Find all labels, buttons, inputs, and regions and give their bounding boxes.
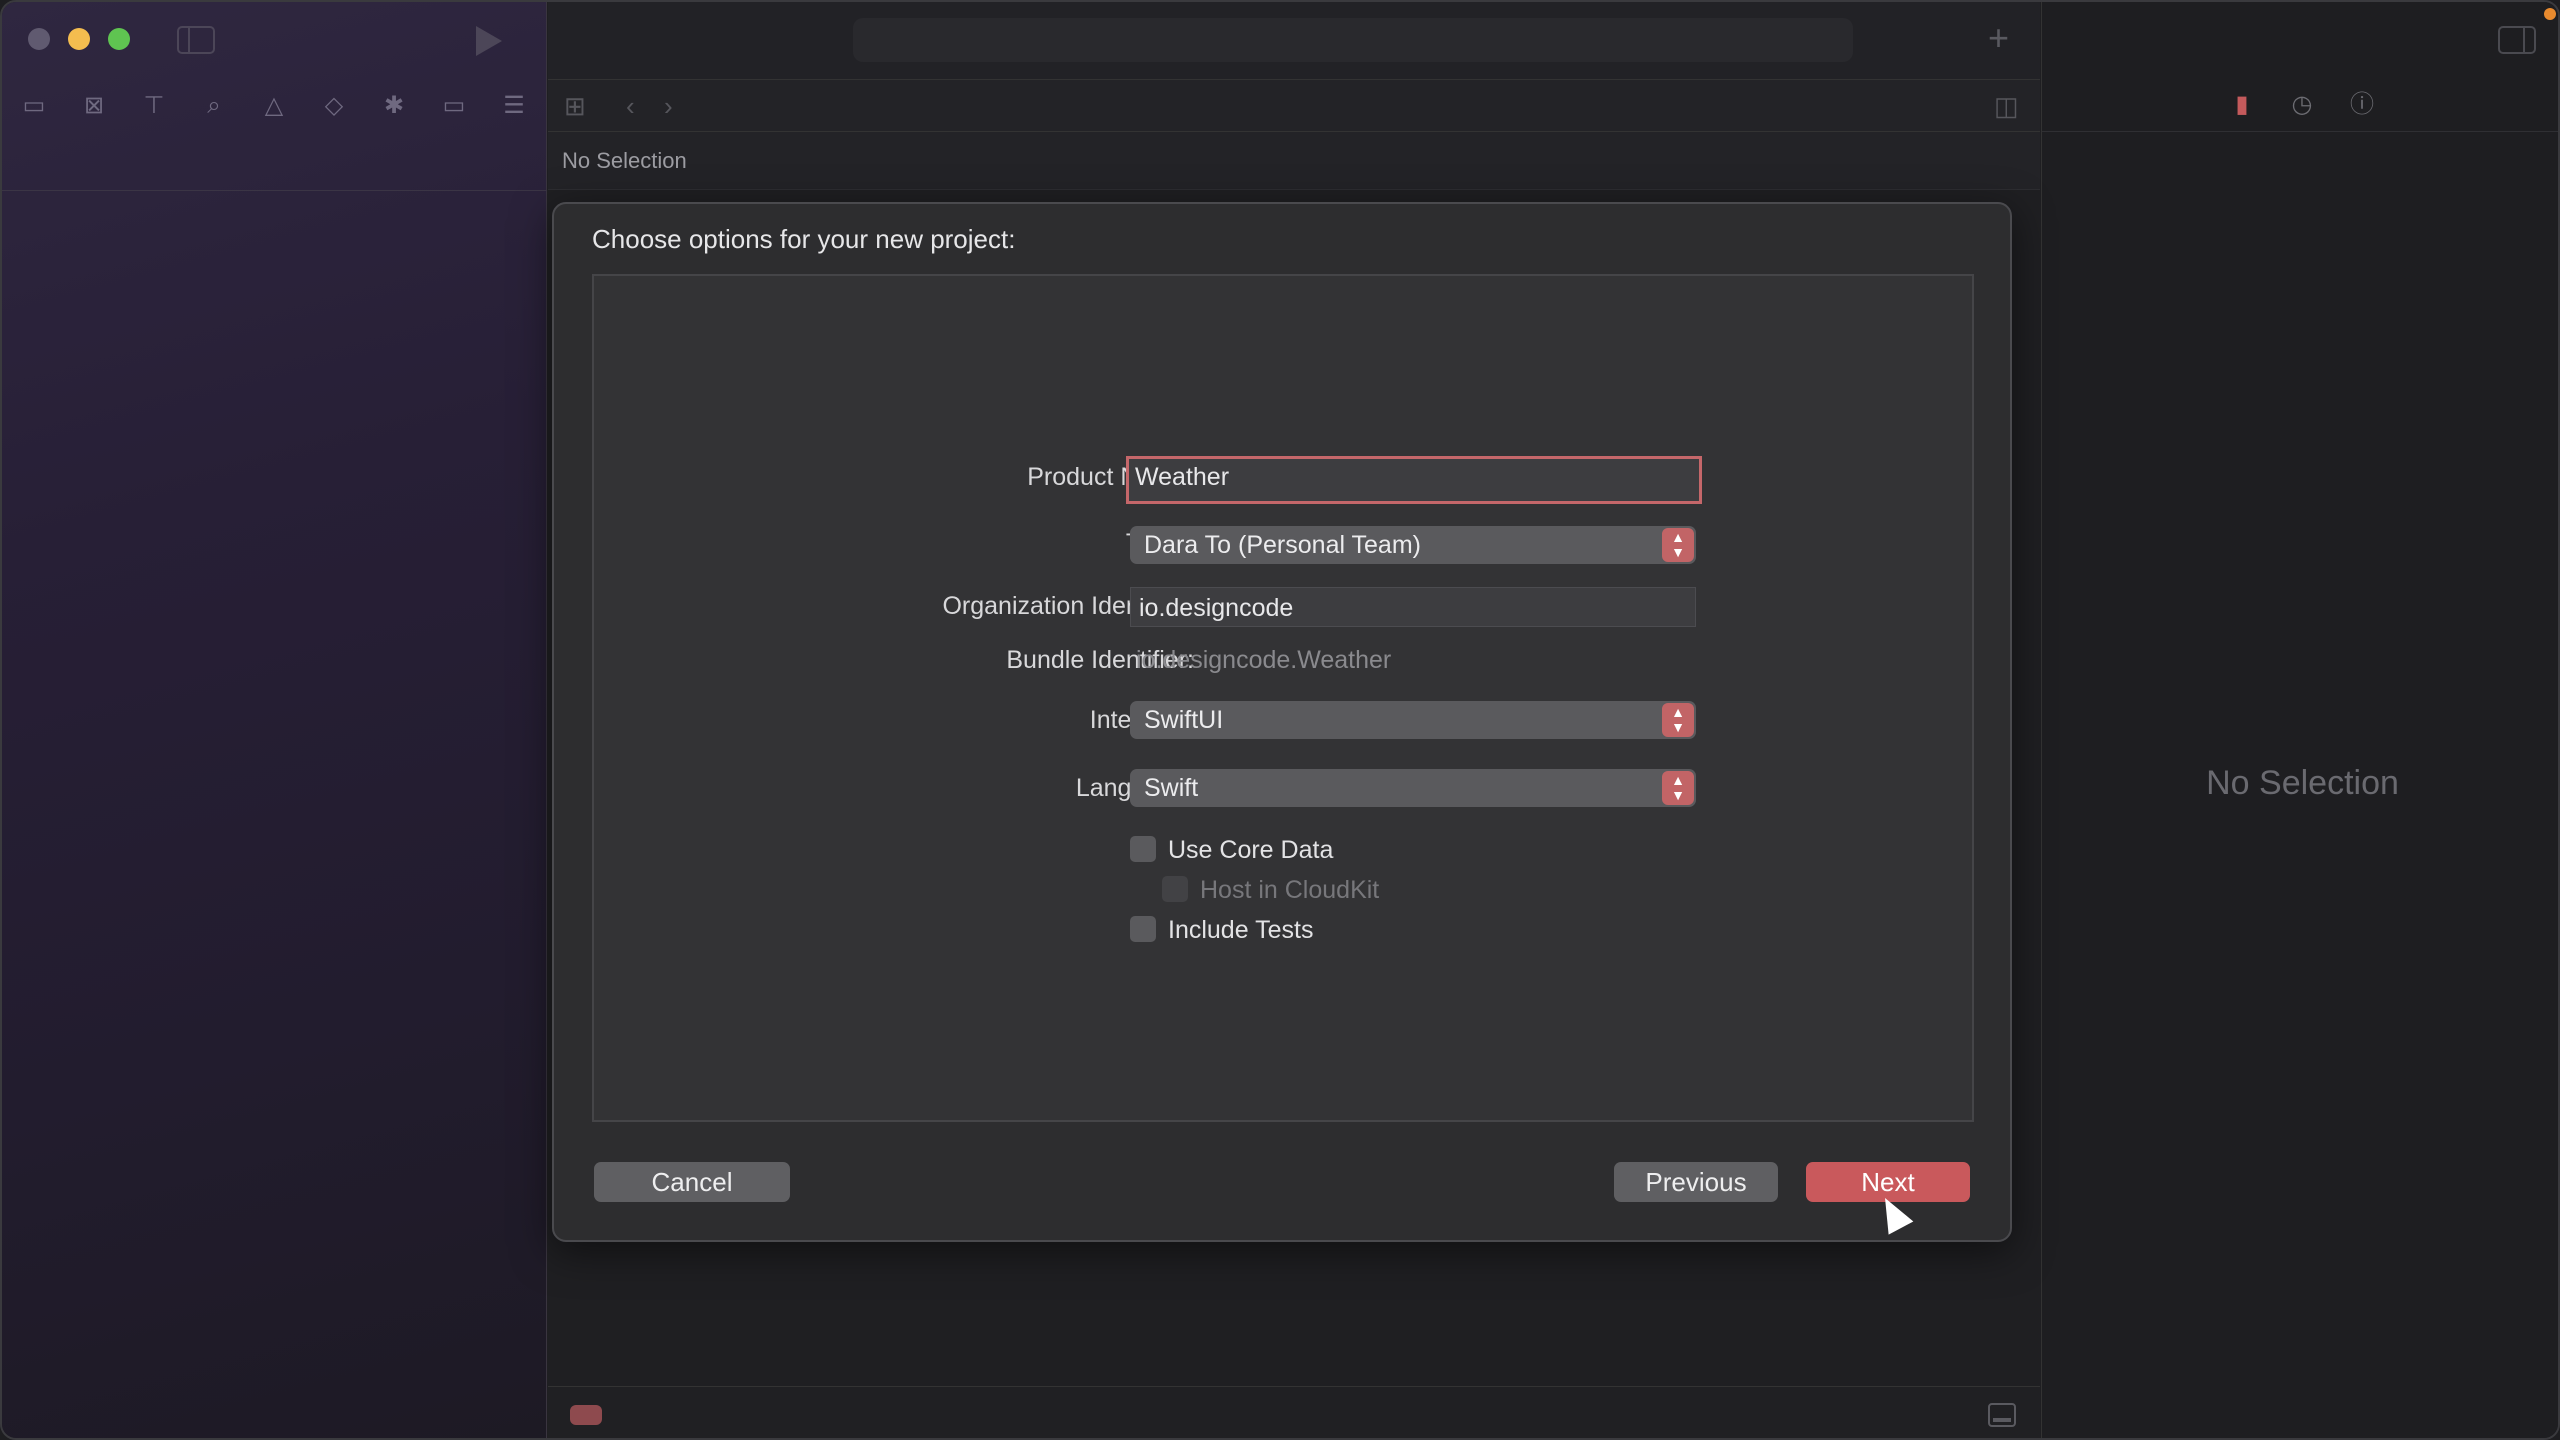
editor-nav-bar: ⊞ ‹ › ◫ — [548, 80, 2040, 132]
toolbar: + — [548, 2, 2040, 80]
language-popup[interactable]: Swift ▲ ▼ — [1130, 769, 1696, 807]
product-name-field[interactable]: Weather — [1126, 456, 1702, 504]
chevron-updown-icon: ▲ ▼ — [1662, 528, 1694, 562]
symbol-icon[interactable]: ⊤ — [138, 90, 170, 122]
chevron-updown-icon: ▲ ▼ — [1662, 771, 1694, 805]
inspector-tabs: ▮ ◷ ⓘ — [2042, 80, 2558, 132]
cancel-button[interactable]: Cancel — [594, 1162, 790, 1202]
add-tab-icon[interactable]: + — [1988, 16, 2009, 60]
report-icon[interactable]: ☰ — [498, 90, 530, 122]
navigator-selector-bar: ▭ ⊠ ⊤ ⌕ △ ◇ ✱ ▭ ☰ — [2, 90, 547, 126]
inspector-empty-label: No Selection — [2206, 764, 2399, 802]
team-popup[interactable]: Dara To (Personal Team) ▲ ▼ — [1130, 526, 1696, 564]
use-core-data-label: Use Core Data — [1168, 836, 1334, 864]
org-id-label: Organization Identifier: — [942, 592, 1194, 620]
options-panel: Product Name: Weather Team: Dara To (Per… — [592, 274, 1974, 1122]
minimize-window-button[interactable] — [68, 28, 90, 50]
toggle-navigator-icon[interactable] — [177, 26, 215, 54]
team-label: Team: — [594, 529, 1194, 558]
interface-value: SwiftUI — [1144, 706, 1224, 734]
source-control-icon[interactable]: ⊠ — [78, 90, 110, 122]
include-tests-label: Include Tests — [1168, 916, 1314, 944]
xcode-window: ▭ ⊠ ⊤ ⌕ △ ◇ ✱ ▭ ☰ + ⊞ ‹ › ◫ No Selection — [0, 0, 2560, 1440]
language-value: Swift — [1144, 774, 1199, 802]
jump-bar: No Selection — [548, 132, 2040, 190]
search-icon[interactable]: ⌕ — [198, 90, 230, 122]
use-core-data-checkbox[interactable] — [1130, 836, 1156, 862]
navigator-sidebar: ▭ ⊠ ⊤ ⌕ △ ◇ ✱ ▭ ☰ — [2, 2, 547, 1438]
toggle-inspector-icon[interactable] — [2498, 26, 2536, 54]
history-icon[interactable]: ◷ — [2287, 90, 2317, 120]
include-tests-checkbox[interactable] — [1130, 916, 1156, 942]
help-icon[interactable]: ⓘ — [2347, 90, 2377, 120]
split-editor-icon[interactable]: ◫ — [1994, 90, 2019, 122]
chevron-updown-icon: ▲ ▼ — [1662, 703, 1694, 737]
activity-viewer — [853, 18, 1853, 62]
run-icon[interactable] — [476, 26, 502, 56]
grid-icon[interactable]: ⊞ — [564, 90, 586, 122]
navigator-divider — [2, 190, 547, 191]
filter-icon[interactable] — [570, 1405, 602, 1425]
back-chevron-icon[interactable]: ‹ — [626, 90, 635, 122]
path-label: No Selection — [562, 148, 687, 173]
product-name-label: Product Name: — [1027, 463, 1194, 491]
folder-icon[interactable]: ▭ — [18, 90, 50, 122]
inspector-panel: ▮ ◷ ⓘ No Selection — [2041, 2, 2558, 1438]
test-icon[interactable]: ◇ — [318, 90, 350, 122]
new-project-sheet: Choose options for your new project: Pro… — [552, 202, 2012, 1242]
host-in-cloudkit-checkbox[interactable] — [1162, 876, 1188, 902]
interface-popup[interactable]: SwiftUI ▲ ▼ — [1130, 701, 1696, 739]
host-in-cloudkit-label: Host in CloudKit — [1200, 876, 1380, 904]
file-inspector-icon[interactable]: ▮ — [2227, 90, 2257, 120]
forward-chevron-icon[interactable]: › — [664, 90, 673, 122]
zoom-window-button[interactable] — [108, 28, 130, 50]
org-id-field[interactable]: io.designcode — [1130, 587, 1696, 627]
breakpoint-icon[interactable]: ▭ — [438, 90, 470, 122]
debug-icon[interactable]: ✱ — [378, 90, 410, 122]
notification-dot — [2544, 8, 2556, 20]
toggle-debug-area-icon[interactable] — [1988, 1403, 2016, 1427]
bundle-id-label: Bundle Identifier: — [1006, 646, 1194, 674]
bundle-id-value: io.designcode.Weather — [1136, 646, 1392, 674]
warning-icon[interactable]: △ — [258, 90, 290, 122]
debug-bar — [548, 1386, 2040, 1438]
sheet-title: Choose options for your new project: — [592, 224, 1016, 254]
language-label: Language: — [594, 774, 1194, 803]
close-window-button[interactable] — [28, 28, 50, 50]
interface-label: Interface: — [594, 706, 1194, 735]
previous-button[interactable]: Previous — [1614, 1162, 1778, 1202]
team-value: Dara To (Personal Team) — [1144, 531, 1421, 559]
